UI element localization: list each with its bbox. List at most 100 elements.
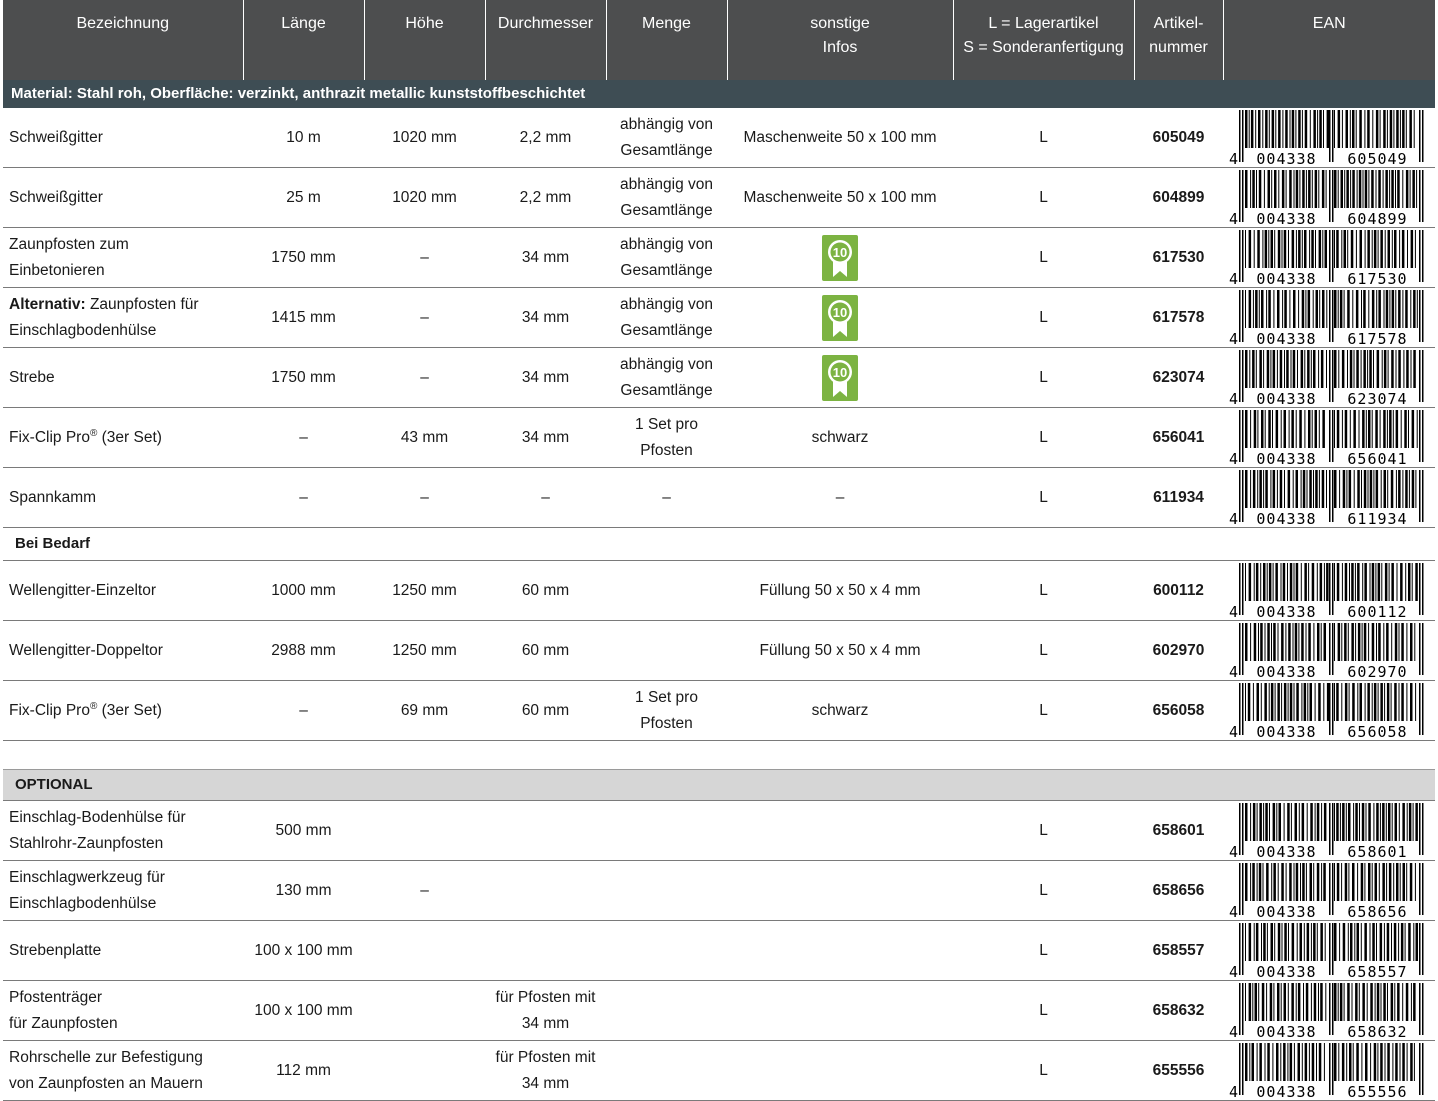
ean-digits: 617578 [1347,330,1407,346]
cell-menge: 1 Set pro Pfosten [606,407,727,468]
ean-digits: 4 [1229,723,1238,739]
cell-laenge: – [243,467,364,528]
cell-ean: 4 004338 658656 [1223,860,1435,921]
cell-text: 617530 [1152,248,1205,266]
ean-barcode: 4 004338 600112 [1229,562,1424,619]
cell-infos [727,1040,953,1101]
cell-bezeichnung: Rohrschelle zur Befestigung von Zaunpfost… [3,1040,243,1101]
cell-text: Schweißgitter [9,188,103,206]
cell-durchmesser: 34 mm [485,347,606,408]
cell-text: 1750 mm [271,248,336,266]
cell-hoehe: 1020 mm [364,167,485,228]
ean-barcode: 4 004338 655556 [1229,1042,1424,1099]
cell-text: Pfosten [640,714,693,732]
cell-hoehe: 1250 mm [364,620,485,681]
ean-digits: 004338 [1256,1023,1316,1039]
cell-text: L [1039,128,1048,146]
cell-ean: 4 004338 604899 [1223,167,1435,228]
cell-menge [606,980,727,1041]
cell-laenge: 100 x 100 mm [243,920,364,981]
ean-digits: 4 [1229,843,1238,859]
cell-text: Füllung 50 x 50 x 4 mm [759,581,921,599]
ean-digits: 004338 [1256,663,1316,679]
cell-artikelnummer: 658632 [1134,980,1223,1041]
cell-text: Schweißgitter [9,128,103,146]
cell-infos: Füllung 50 x 50 x 4 mm [727,620,953,681]
cell-artikelnummer: 605049 [1134,108,1223,168]
cell-text: für Zaunpfosten [9,1014,118,1032]
cell-text: 1 Set pro [635,688,698,706]
cell-laenge: 10 m [243,108,364,168]
ean-digits: 004338 [1256,330,1316,346]
cell-hoehe: 1020 mm [364,108,485,168]
cell-text: 605049 [1152,128,1205,146]
table-header-row: Bezeichnung Länge Höhe Durchmesser Menge… [3,0,1435,80]
cell-text: abhängig von [619,115,714,133]
cell-durchmesser [485,800,606,861]
table-row: Wellengitter-Doppeltor 2988 mm 1250 mm 6… [3,620,1435,681]
cell-text: – [420,881,429,899]
cell-text: 600112 [1153,581,1204,599]
cell-bezeichnung: Einschlag-Bodenhülse für Stahlrohr-Zaunpf… [3,800,243,861]
cell-text: Maschenweite 50 x 100 mm [743,188,937,206]
table-row: Schweißgitter 10 m 1020 mm 2,2 mm abhäng… [3,108,1435,168]
ean-digits: 004338 [1256,963,1316,979]
ean-digits: 4 [1229,450,1238,466]
col-header-ean: EAN [1223,0,1435,80]
cell-hoehe: – [364,227,485,288]
cell-lager: L [953,108,1134,168]
cell-text: 1750 mm [271,368,336,386]
cell-lager: L [953,227,1134,288]
col-header-infos: sonstige Infos [727,0,954,80]
cell-text: Gesamtlänge [620,321,713,339]
cell-text: L [1039,821,1048,839]
section-optional-label: OPTIONAL [3,769,1435,801]
ean-barcode: 4 004338 611934 [1229,469,1424,526]
cell-text: L [1039,641,1048,659]
ean-digits: 4 [1229,330,1238,346]
award-rosette-10-icon: 10 [822,294,858,341]
cell-durchmesser: für Pfosten mit 34 mm [485,980,606,1041]
cell-menge [606,560,727,621]
cell-text: 656058 [1152,701,1205,719]
ean-digits: 623074 [1347,390,1407,406]
table-row: Fix-Clip Pro® (3er Set) – 69 mm 60 mm 1 … [3,680,1435,741]
cell-laenge: 130 mm [243,860,364,921]
cell-text: 34 mm [521,1014,570,1032]
cell-durchmesser: 34 mm [485,287,606,348]
ean-digits: 004338 [1256,603,1316,619]
cell-ean: 4 004338 658557 [1223,920,1435,981]
cell-durchmesser: – [485,467,606,528]
name-line: Strebenplatte [9,938,237,964]
ean-digits: 656058 [1347,723,1407,739]
ean-digits: 004338 [1256,1083,1316,1099]
cell-bezeichnung: Spannkamm [3,467,243,528]
cell-durchmesser: 2,2 mm [485,108,606,168]
cell-infos: Maschenweite 50 x 100 mm [727,167,953,228]
cell-infos [727,980,953,1041]
cell-text: schwarz [811,701,869,719]
cell-text: 1000 mm [271,581,336,599]
cell-infos [727,920,953,981]
cell-text: Fix-Clip Pro [9,428,90,446]
cell-lager: L [953,347,1134,408]
cell-text: 1 Set pro [635,415,698,433]
cell-lager: L [953,167,1134,228]
cell-infos: – [727,467,953,528]
table-row: Zaunpfosten zum Einbetonieren 1750 mm – 3… [3,227,1435,288]
cell-text: Gesamtlänge [620,201,713,219]
cell-laenge: 1750 mm [243,227,364,288]
cell-laenge: 100 x 100 mm [243,980,364,1041]
cell-lager: L [953,1040,1134,1101]
cell-text: Einschlagbodenhülse [9,321,157,339]
cell-artikelnummer: 617530 [1134,227,1223,288]
cell-bezeichnung: Einschlagwerkzeug für Einschlagbodenhülse [3,860,243,921]
cell-text: für Pfosten mit [495,1048,596,1066]
cell-lager: L [953,920,1134,981]
award-number: 10 [833,305,847,320]
cell-text: Alternativ: [9,295,86,313]
cell-text: 658656 [1152,881,1205,899]
cell-hoehe [364,1040,485,1101]
cell-infos [727,800,953,861]
cell-text: 1415 mm [271,308,336,326]
